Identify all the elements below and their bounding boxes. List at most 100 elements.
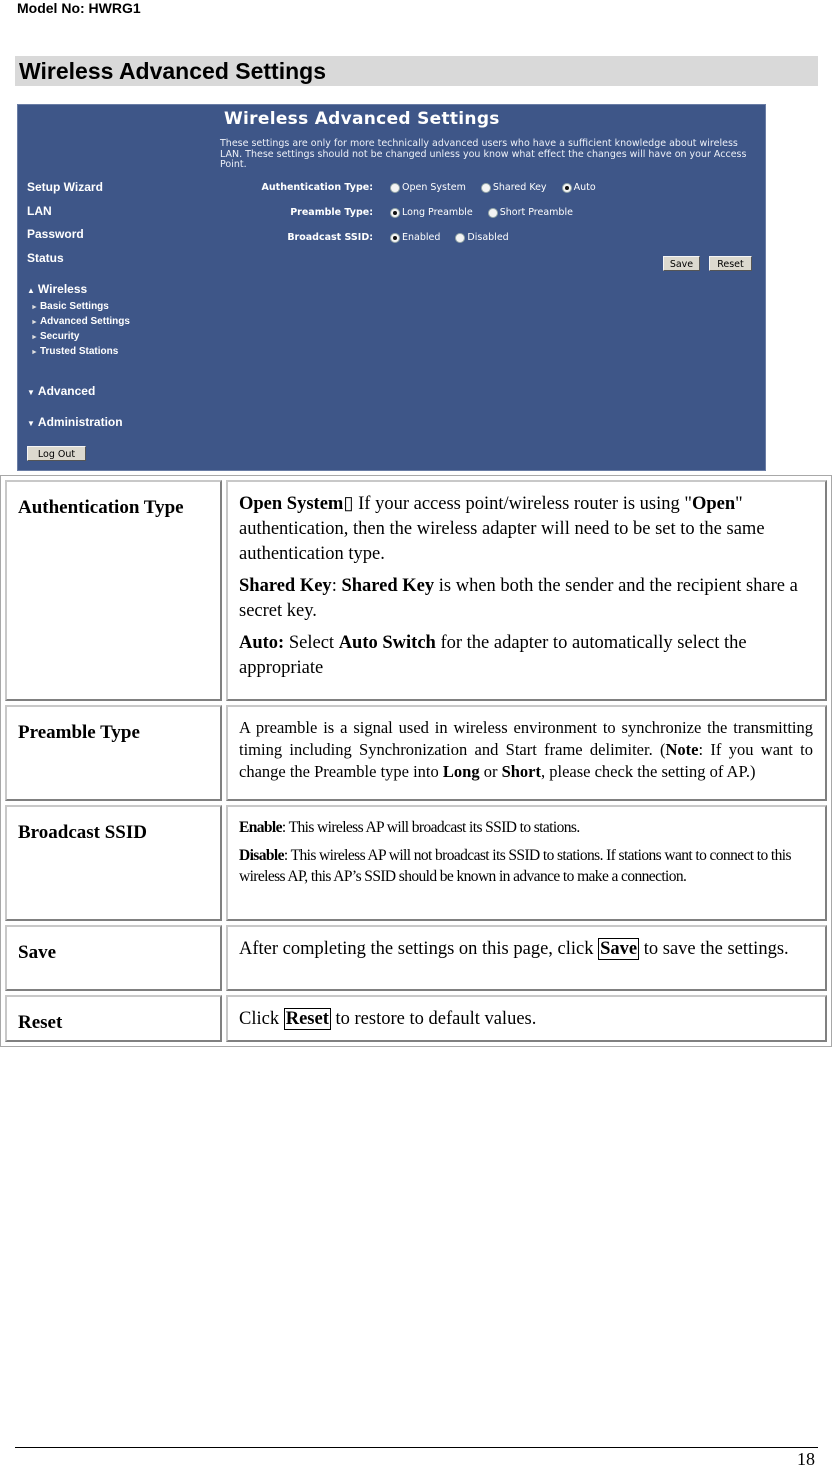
auth-type-radio-group: Open System Shared Key Auto [390,182,608,196]
text: to save the settings. [639,939,789,959]
arrow-right-icon: ► [31,319,38,326]
section-title: Wireless Advanced Settings [15,56,818,86]
row-description: Enable: This wireless AP will broadcast … [226,805,827,921]
nav-administration-label: Administration [37,415,123,429]
text: or [479,762,502,781]
term: Disable [239,847,284,864]
radio-auto[interactable]: Auto [561,182,596,193]
nav-advanced-settings[interactable]: ► Advanced Settings [31,316,130,327]
missing-glyph-icon: ▯ [343,494,354,514]
nav-trusted-stations-label: Trusted Stations [39,346,119,357]
preamble-radio-group: Long Preamble Short Preamble [390,207,585,221]
row-description: A preamble is a signal used in wireless … [226,705,827,801]
radio-selected-icon [390,207,400,218]
nav-advanced-settings-label: Advanced Settings [39,316,130,327]
expand-triangle-down-icon: ▼ [27,388,35,397]
row-label: Reset [5,995,222,1042]
radio-long-preamble[interactable]: Long Preamble [390,207,473,218]
table-row: Broadcast SSID Enable: This wireless AP … [5,805,827,921]
term: Short [501,762,541,781]
nav-advanced-label: Advanced [37,384,96,398]
model-number: Model No: HWRG1 [17,0,141,16]
arrow-right-icon: ► [31,304,38,311]
nav-administration[interactable]: ▼ Administration [27,415,123,429]
radio-shared-key[interactable]: Shared Key [480,182,547,193]
row-description: After completing the settings on this pa… [226,925,827,991]
row-label: Save [5,925,222,991]
term: Auto: [239,633,285,653]
radio-label: Open System [402,182,466,193]
arrow-right-icon: ► [31,349,38,356]
broadcast-ssid-label: Broadcast SSID: [287,232,373,243]
radio-icon [390,182,400,193]
term: Shared Key [239,576,332,596]
row-label: Broadcast SSID [5,805,222,921]
nav-setup-wizard[interactable]: Setup Wizard [27,180,103,194]
row-description: Open System▯ If your access point/wirele… [226,480,827,701]
radio-label: Shared Key [492,182,547,193]
router-page-description: These settings are only for more technic… [220,138,747,170]
nav-security-label: Security [39,331,80,342]
router-page-title: Wireless Advanced Settings [224,109,500,129]
nav-wireless[interactable]: ▲ Wireless [27,282,87,296]
nav-password[interactable]: Password [27,227,84,241]
term: Note [665,740,699,759]
nav-advanced[interactable]: ▼ Advanced [27,384,95,398]
nav-basic-settings[interactable]: ► Basic Settings [31,301,109,312]
table-row: Save After completing the settings on th… [5,925,827,991]
footer-divider [15,1447,818,1448]
radio-icon [487,207,498,218]
row-description: Click Reset to restore to default values… [226,995,827,1042]
radio-label: Long Preamble [402,207,473,218]
auth-type-label: Authentication Type: [261,182,373,193]
page-number: 18 [797,1449,815,1469]
table-row: Reset Click Reset to restore to default … [5,995,827,1042]
text: : This wireless AP will broadcast its SS… [281,819,580,836]
nav-security[interactable]: ► Security [31,331,79,342]
term: Shared Key [341,576,435,596]
text: , please check the setting of AP.) [541,762,756,781]
term: Enable [239,819,283,836]
radio-open-system[interactable]: Open System [390,182,466,193]
radio-label: Enabled [402,232,441,243]
ssid-radio-group: Enabled Disabled [390,232,521,246]
radio-icon [480,182,491,193]
term: Auto Switch [338,633,436,653]
text: If your access point/wireless router is … [353,494,692,514]
text: After completing the settings on this pa… [239,939,599,959]
term: Open [691,494,736,514]
arrow-right-icon: ► [31,334,38,341]
nav-basic-settings-label: Basic Settings [39,301,109,312]
term: Long [442,762,480,781]
nav-lan[interactable]: LAN [27,204,52,218]
nav-wireless-label: Wireless [37,282,88,296]
text: to restore to default values. [330,1009,537,1029]
preamble-type-label: Preamble Type: [290,207,373,218]
row-label: Preamble Type [5,705,222,801]
radio-label: Disabled [467,232,509,243]
nav-trusted-stations[interactable]: ► Trusted Stations [31,346,118,357]
term: Open System [239,494,344,514]
radio-icon [455,232,466,243]
radio-disabled[interactable]: Disabled [455,232,509,243]
table-row: Preamble Type A preamble is a signal use… [5,705,827,801]
radio-label: Auto [573,182,596,193]
radio-short-preamble[interactable]: Short Preamble [487,207,573,218]
save-button-reference: Save [598,938,640,960]
text: : This wireless AP will not broadcast it… [239,847,791,885]
save-button[interactable]: Save [663,256,700,271]
row-label: Authentication Type [5,480,222,701]
expand-triangle-down-icon: ▼ [27,419,35,428]
text: Select [284,633,339,653]
nav-status[interactable]: Status [27,251,64,265]
logout-button[interactable]: Log Out [27,446,86,461]
collapse-triangle-up-icon: ▲ [27,286,35,295]
table-row: Authentication Type Open System▯ If your… [5,480,827,701]
radio-selected-icon [561,182,572,193]
reset-button-reference: Reset [283,1008,331,1030]
radio-selected-icon [390,232,400,243]
settings-description-table: Authentication Type Open System▯ If your… [0,475,832,1047]
reset-button[interactable]: Reset [709,256,752,271]
radio-label: Short Preamble [499,207,573,218]
radio-enabled[interactable]: Enabled [390,232,440,243]
